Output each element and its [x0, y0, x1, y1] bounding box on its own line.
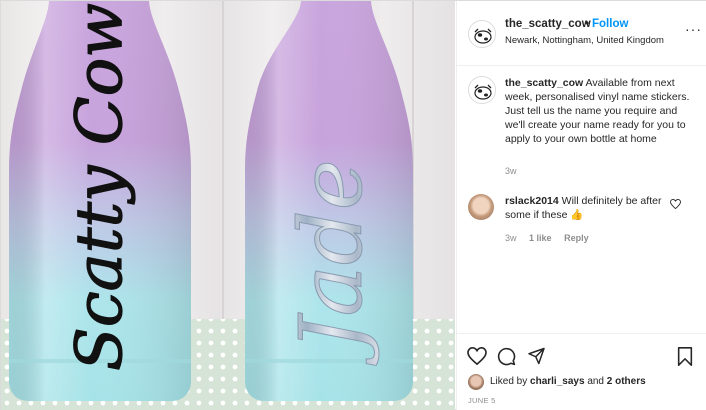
bookmark-icon[interactable]	[677, 347, 693, 366]
post-modal: Scatty Cow Jade the_scatty_cow • Follow	[0, 0, 706, 410]
caption-timestamp[interactable]: 3w	[505, 166, 517, 176]
follow-button[interactable]: Follow	[592, 18, 628, 30]
likes-text: Liked by charli_says and 2 others	[490, 376, 706, 387]
heart-icon[interactable]	[467, 347, 487, 365]
post-side-panel: the_scatty_cow • Follow Newark, Nottingh…	[456, 1, 706, 410]
likes-others-link[interactable]: 2 others	[607, 376, 646, 387]
comment-icon[interactable]	[497, 347, 516, 366]
comment-text: rslack2014 Will definitely be after some…	[505, 194, 675, 222]
bottles-illustration: Scatty Cow Jade	[1, 1, 455, 410]
liker-avatar[interactable]	[468, 374, 484, 390]
caption-avatar[interactable]	[468, 76, 496, 104]
likes-joiner: and	[587, 376, 604, 387]
separator-dot: •	[585, 18, 590, 30]
caption-username[interactable]: the_scatty_cow	[505, 77, 583, 89]
post-date[interactable]: JUNE 5	[468, 396, 496, 405]
post-location[interactable]: Newark, Nottingham, United Kingdom	[505, 35, 664, 46]
avatar[interactable]	[468, 20, 496, 48]
liker-username[interactable]: charli_says	[530, 376, 585, 387]
comment-likes-count[interactable]: 1 like	[529, 233, 552, 243]
reply-button[interactable]: Reply	[564, 233, 589, 243]
commenter-avatar[interactable]	[468, 194, 494, 220]
likes-prefix: Liked by	[490, 376, 528, 387]
post-header: the_scatty_cow • Follow Newark, Nottingh…	[457, 1, 706, 66]
comment-meta: 3w 1 like Reply	[505, 233, 599, 243]
comment-username[interactable]: rslack2014	[505, 195, 559, 207]
thumbs-up-emoji: 👍	[570, 209, 584, 221]
more-options-icon[interactable]: ···	[685, 21, 702, 37]
post-author-username[interactable]: the_scatty_cow	[505, 18, 591, 30]
comment-like-heart-icon[interactable]	[670, 199, 681, 209]
caption-text: the_scatty_cow Available from next week,…	[505, 76, 695, 146]
cow-logo-icon	[469, 21, 495, 47]
comment-timestamp[interactable]: 3w	[505, 233, 517, 243]
bottle-right-name: Jade	[282, 159, 382, 366]
bottle-left-name: Scatty Cow	[63, 3, 137, 371]
cow-logo-icon	[469, 77, 495, 103]
post-actions: Liked by charli_says and 2 others JUNE 5	[457, 333, 706, 410]
post-photo[interactable]: Scatty Cow Jade	[1, 1, 455, 410]
share-icon[interactable]	[527, 347, 546, 365]
